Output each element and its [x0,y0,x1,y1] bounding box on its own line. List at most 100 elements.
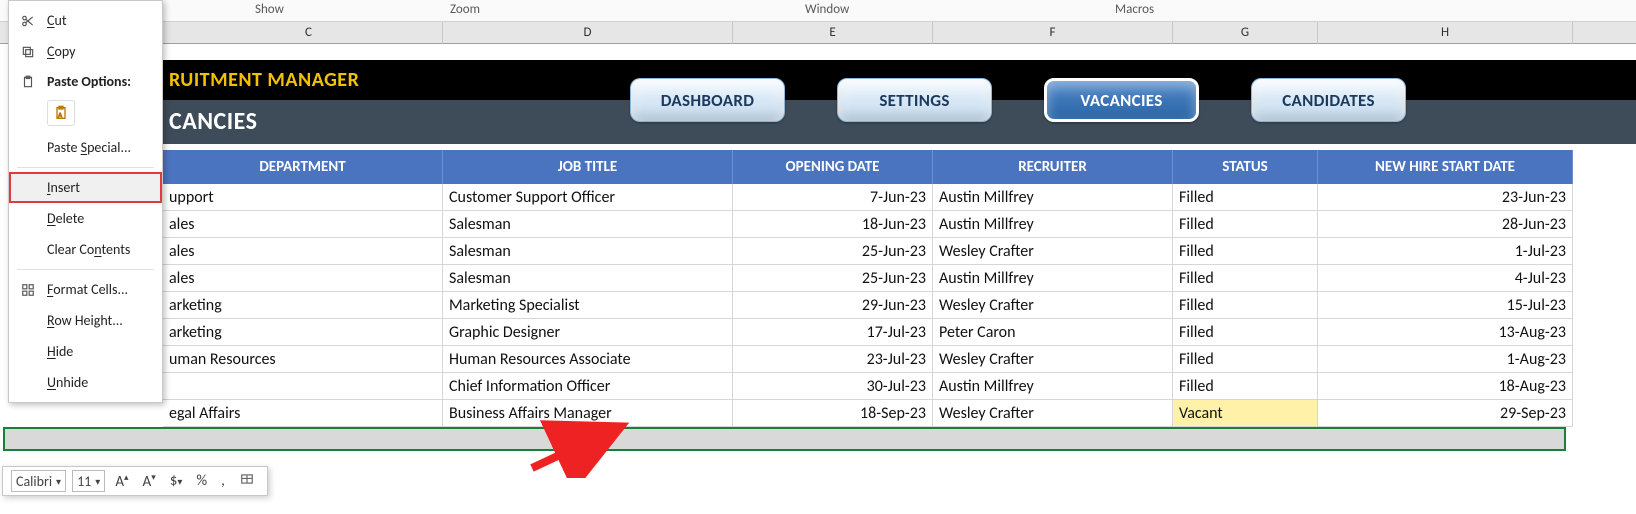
ctx-unhide-label: Unhide [47,374,88,391]
td-open[interactable]: 18-Sep-23 [733,400,933,427]
ctx-cut-label: Cut [47,12,67,29]
col-f[interactable]: F [933,22,1173,44]
ribbon-show: Show [255,2,284,17]
td-start[interactable]: 15-Jul-23 [1318,292,1573,319]
td-status[interactable]: Filled [1173,373,1318,400]
td-job[interactable]: Salesman [443,265,733,292]
td-open[interactable]: 18-Jun-23 [733,211,933,238]
ctx-hide[interactable]: Hide [9,336,162,367]
td-status[interactable]: Filled [1173,319,1318,346]
td-dept[interactable]: ales [163,238,443,265]
td-dept[interactable]: arketing [163,319,443,346]
svg-text:A: A [58,111,62,119]
table-row[interactable]: alesSalesman18-Jun-23Austin MillfreyFill… [163,211,1636,238]
td-start[interactable]: 28-Jun-23 [1318,211,1573,238]
td-status[interactable]: Filled [1173,346,1318,373]
nav-candidates[interactable]: CANDIDATES [1251,78,1406,122]
nav-dashboard[interactable]: DASHBOARD [630,78,785,122]
td-rec[interactable]: Peter Caron [933,319,1173,346]
table-row[interactable]: uman ResourcesHuman Resources Associate2… [163,346,1636,373]
td-dept[interactable]: upport [163,184,443,211]
td-job[interactable]: Chief Information Officer [443,373,733,400]
td-status[interactable]: Filled [1173,292,1318,319]
td-start[interactable]: 13-Aug-23 [1318,319,1573,346]
td-rec[interactable]: Austin Millfrey [933,211,1173,238]
ribbon-macros: Macros [1115,2,1154,17]
scissors-icon [19,14,37,28]
table-row[interactable]: alesSalesman25-Jun-23Wesley CrafterFille… [163,238,1636,265]
comma-icon[interactable]: , [217,472,229,490]
ctx-copy[interactable]: Copy [9,36,162,67]
td-start[interactable]: 4-Jul-23 [1318,265,1573,292]
td-open[interactable]: 29-Jun-23 [733,292,933,319]
font-name-select[interactable]: Calibri▾ [11,470,66,492]
ctx-delete[interactable]: Delete [9,203,162,234]
table-row[interactable]: arketingGraphic Designer17-Jul-23Peter C… [163,319,1636,346]
ctx-paste-special[interactable]: Paste Special... [9,132,162,163]
td-rec[interactable]: Wesley Crafter [933,292,1173,319]
td-job[interactable]: Salesman [443,238,733,265]
td-status[interactable]: Filled [1173,238,1318,265]
paste-default-icon[interactable]: A [47,100,75,126]
td-start[interactable]: 1-Jul-23 [1318,238,1573,265]
table-row[interactable]: upportCustomer Support Officer7-Jun-23Au… [163,184,1636,211]
format-icon[interactable] [235,472,259,491]
table-row[interactable]: Chief Information Officer30-Jul-23Austin… [163,373,1636,400]
td-rec[interactable]: Wesley Crafter [933,238,1173,265]
td-job[interactable]: Graphic Designer [443,319,733,346]
col-h[interactable]: H [1318,22,1573,44]
table-row[interactable]: egal AffairsBusiness Affairs Manager18-S… [163,400,1636,427]
td-status[interactable]: Filled [1173,184,1318,211]
td-open[interactable]: 25-Jun-23 [733,265,933,292]
td-start[interactable]: 1-Aug-23 [1318,346,1573,373]
nav-settings[interactable]: SETTINGS [837,78,992,122]
td-start[interactable]: 29-Sep-23 [1318,400,1573,427]
td-status[interactable]: Filled [1173,211,1318,238]
decrease-font-icon[interactable]: A▾ [139,472,160,491]
table-row[interactable]: alesSalesman25-Jun-23Austin MillfreyFill… [163,265,1636,292]
td-open[interactable]: 25-Jun-23 [733,238,933,265]
td-rec[interactable]: Wesley Crafter [933,400,1173,427]
ctx-insert[interactable]: Insert [9,172,162,203]
ctx-paste-heading: Paste Options: [47,73,131,90]
td-job[interactable]: Human Resources Associate [443,346,733,373]
td-start[interactable]: 23-Jun-23 [1318,184,1573,211]
td-job[interactable]: Salesman [443,211,733,238]
table-row[interactable]: arketingMarketing Specialist29-Jun-23Wes… [163,292,1636,319]
td-dept[interactable]: ales [163,211,443,238]
col-d[interactable]: D [443,22,733,44]
td-rec[interactable]: Austin Millfrey [933,184,1173,211]
col-g[interactable]: G [1173,22,1318,44]
col-e[interactable]: E [733,22,933,44]
td-dept[interactable]: uman Resources [163,346,443,373]
td-dept[interactable] [163,373,443,400]
col-c[interactable]: C [175,22,443,44]
td-dept[interactable]: egal Affairs [163,400,443,427]
td-job[interactable]: Marketing Specialist [443,292,733,319]
td-status[interactable]: Filled [1173,265,1318,292]
percent-icon[interactable]: % [192,472,211,490]
td-open[interactable]: 30-Jul-23 [733,373,933,400]
ctx-delete-label: Delete [47,210,84,227]
td-start[interactable]: 18-Aug-23 [1318,373,1573,400]
td-rec[interactable]: Austin Millfrey [933,265,1173,292]
td-open[interactable]: 17-Jul-23 [733,319,933,346]
increase-font-icon[interactable]: A▴ [111,472,132,491]
currency-icon[interactable]: $▾ [166,472,187,490]
ctx-row-height[interactable]: Row Height... [9,305,162,336]
ctx-cut[interactable]: Cut [9,5,162,36]
table-header-row: DEPARTMENT JOB TITLE OPENING DATE RECRUI… [163,150,1636,184]
td-rec[interactable]: Wesley Crafter [933,346,1173,373]
ctx-format-cells[interactable]: Format Cells... [9,274,162,305]
td-rec[interactable]: Austin Millfrey [933,373,1173,400]
td-job[interactable]: Customer Support Officer [443,184,733,211]
font-size-select[interactable]: 11▾ [72,470,105,492]
ctx-unhide[interactable]: Unhide [9,367,162,398]
td-status[interactable]: Vacant [1173,400,1318,427]
td-dept[interactable]: ales [163,265,443,292]
td-open[interactable]: 7-Jun-23 [733,184,933,211]
nav-vacancies[interactable]: VACANCIES [1044,78,1199,122]
ctx-clear-contents[interactable]: Clear Contents [9,234,162,265]
td-dept[interactable]: arketing [163,292,443,319]
td-open[interactable]: 23-Jul-23 [733,346,933,373]
